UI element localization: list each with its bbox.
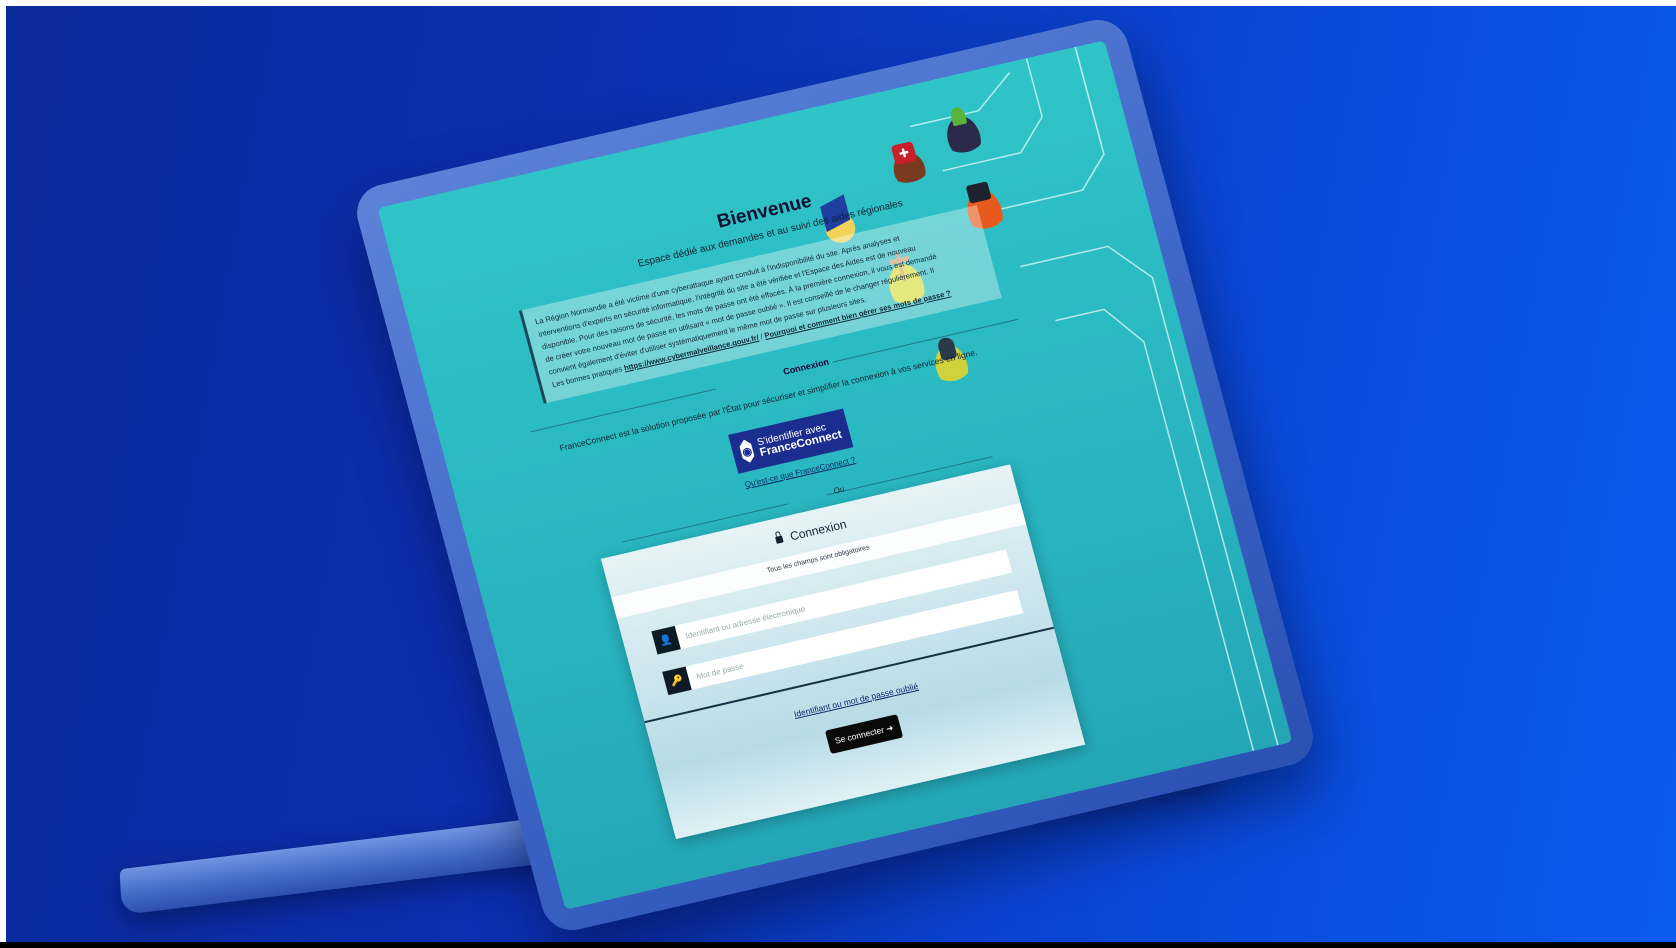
login-submit-label: Se connecter	[833, 724, 886, 746]
laptop: ✚ Bienvenue Espace dédié aux demandes et…	[350, 14, 1320, 936]
login-submit-button[interactable]: Se connecter ➜	[824, 714, 904, 755]
login-card: Connexion Tous les champs sont obligatoi…	[600, 464, 1086, 840]
franceconnect-logo-icon: ◉	[738, 438, 756, 464]
bottom-bar	[0, 942, 1676, 948]
laptop-lid: ✚ Bienvenue Espace dédié aux demandes et…	[350, 14, 1320, 936]
franceconnect-button-text: S'identifier avec FranceConnect	[756, 419, 843, 459]
sign-in-arrow-icon: ➜	[884, 722, 895, 734]
laptop-screen: ✚ Bienvenue Espace dédié aux demandes et…	[377, 40, 1293, 910]
lock-icon	[774, 535, 784, 544]
login-header-label: Connexion	[788, 516, 848, 544]
